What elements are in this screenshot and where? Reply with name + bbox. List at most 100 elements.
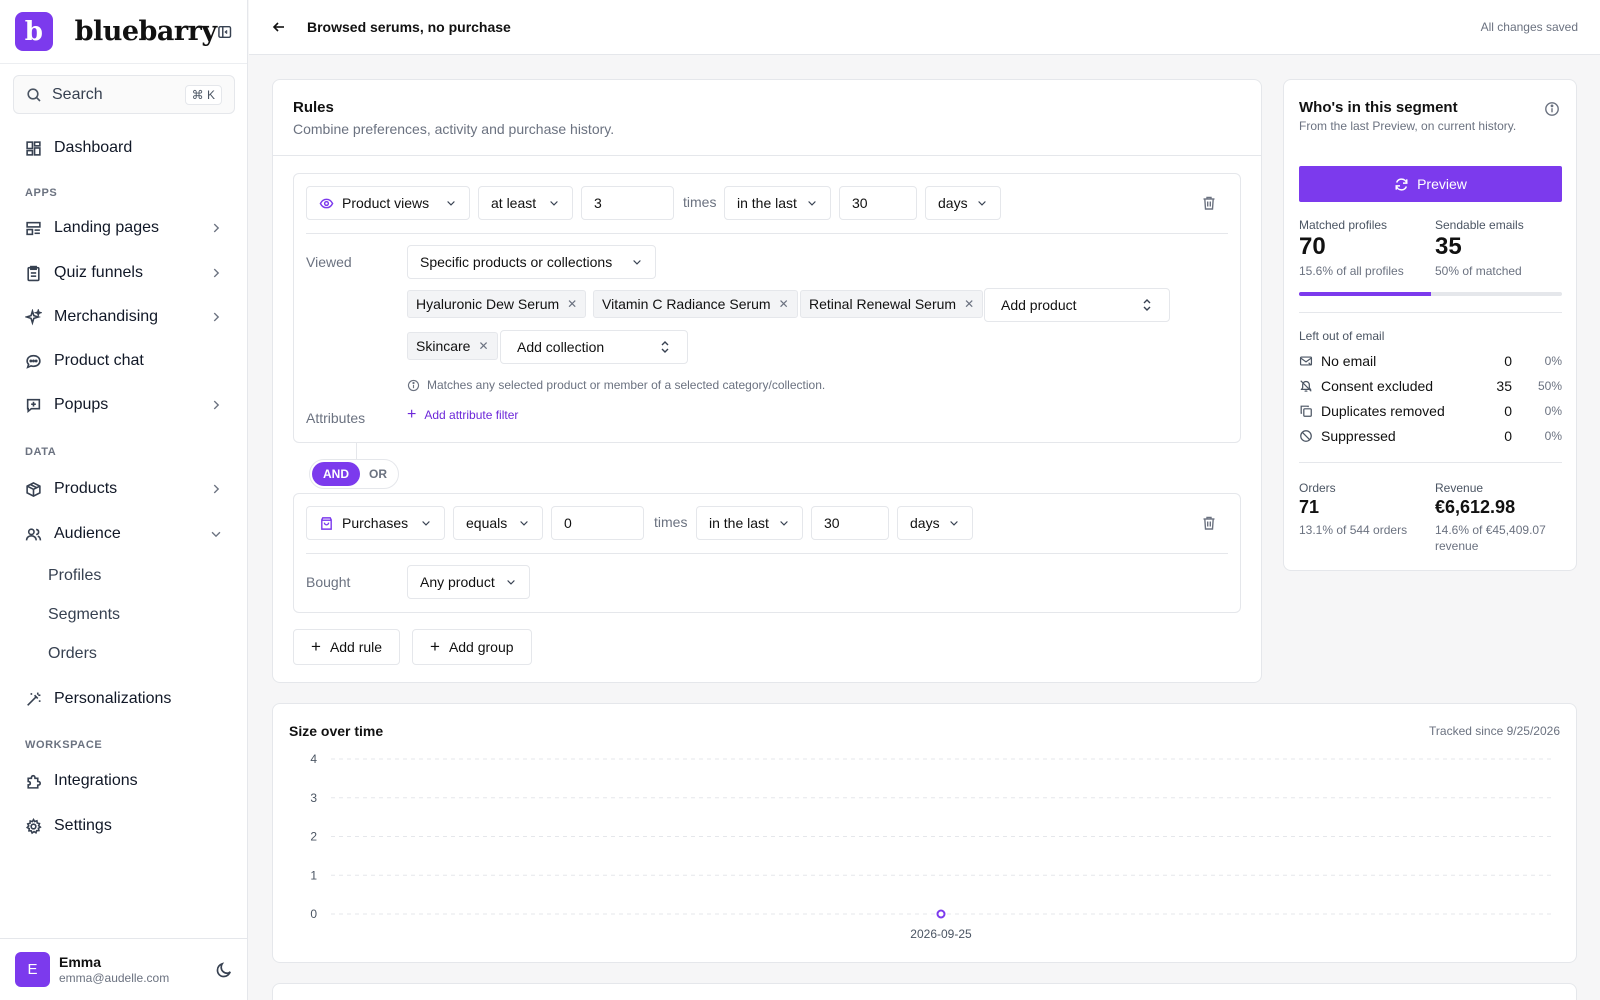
sidebar-collapse-icon[interactable] — [217, 24, 232, 40]
segment-summary-card: Who's in this segment From the last Prev… — [1283, 79, 1577, 571]
copy-icon — [1300, 405, 1312, 417]
nav-personalizations-label: Personalizations — [54, 690, 172, 707]
info-icon — [407, 379, 420, 391]
search-shortcut: ⌘ K — [184, 84, 222, 105]
nav-personalizations[interactable]: Personalizations — [13, 682, 235, 716]
left-out-row-pct: 0% — [1544, 429, 1562, 443]
sendable-progress-fill — [1299, 292, 1431, 296]
nav-audience-profiles[interactable]: Profiles — [48, 567, 101, 585]
info-icon[interactable] — [1544, 101, 1560, 117]
rule1-metric-select[interactable]: Product views — [306, 186, 470, 220]
rule2-metric-select[interactable]: Purchases — [306, 506, 445, 540]
nav-settings[interactable]: Settings — [13, 809, 235, 843]
nav-product-chat[interactable]: Product chat — [13, 344, 235, 378]
rule1-unit-select[interactable]: days — [925, 186, 1001, 220]
remove-tag-icon[interactable]: ✕ — [779, 297, 789, 311]
chevron-down-icon — [780, 521, 788, 526]
nav-audience[interactable]: Audience — [13, 517, 235, 551]
left-out-row-pct: 50% — [1537, 379, 1562, 393]
chevron-down-icon — [447, 201, 455, 206]
nav-merchandising[interactable]: Merchandising — [13, 300, 235, 334]
chart-y-tick-label: 2 — [310, 830, 317, 844]
add-product-combobox[interactable]: Add product — [984, 288, 1170, 322]
rule2-metric-value: Purchases — [342, 515, 409, 531]
chevron-right-icon — [213, 312, 220, 322]
left-out-row-label: Consent excluded — [1321, 378, 1434, 394]
logic-and-option[interactable]: AND — [312, 462, 360, 486]
rule2-times-label: times — [654, 514, 688, 530]
remove-tag-icon[interactable]: ✕ — [964, 297, 974, 311]
search-box[interactable]: Search ⌘ K — [13, 75, 235, 114]
remove-tag-icon[interactable]: ✕ — [478, 339, 488, 353]
back-arrow-icon[interactable] — [271, 19, 287, 35]
rule2-count-value: 0 — [564, 515, 572, 531]
logic-toggle[interactable]: AND OR — [309, 459, 399, 489]
segment-subtitle: From the last Preview, on current histor… — [1299, 119, 1517, 133]
rule2-count-input[interactable]: 0 — [551, 506, 644, 540]
chevron-down-icon — [550, 201, 558, 206]
rules-subtitle: Combine preferences, activity and purcha… — [293, 121, 615, 137]
magic-wand-icon — [27, 692, 41, 706]
rule2-window-value-input[interactable]: 30 — [811, 506, 889, 540]
dashboard-icon — [26, 140, 41, 156]
trash-icon[interactable] — [1201, 195, 1217, 211]
refresh-icon — [1395, 177, 1408, 191]
rules-card: Rules Combine preferences, activity and … — [272, 79, 1262, 683]
page-title: Browsed serums, no purchase — [307, 19, 511, 35]
rule1-count-input[interactable]: 3 — [581, 186, 674, 220]
page-header: Browsed serums, no purchase All changes … — [249, 0, 1600, 55]
rule2-scope-select[interactable]: Any product — [407, 565, 530, 599]
shopping-bag-icon — [321, 516, 332, 530]
rule1-operator-select[interactable]: at least — [478, 186, 573, 220]
trash-icon[interactable] — [1201, 515, 1217, 531]
chevron-right-icon — [213, 400, 220, 410]
chat-bubble-icon — [26, 354, 41, 369]
rule1-window-select[interactable]: in the last — [724, 186, 831, 220]
left-out-row-no-email: No email 0 0% — [1299, 353, 1562, 369]
nav-audience-orders[interactable]: Orders — [48, 645, 97, 663]
nav-products[interactable]: Products — [13, 472, 235, 506]
rule1-scope-select[interactable]: Specific products or collections — [407, 245, 656, 279]
user-menu[interactable]: E Emma emma@audelle.com — [0, 938, 248, 1000]
left-out-row-label: No email — [1321, 353, 1377, 369]
moon-icon[interactable] — [215, 961, 233, 979]
nav-landing-pages[interactable]: Landing pages — [13, 211, 235, 245]
add-collection-combobox[interactable]: Add collection — [500, 330, 688, 364]
rule2-operator-select[interactable]: equals — [453, 506, 543, 540]
add-attribute-filter-link[interactable]: + Add attribute filter — [407, 406, 518, 424]
chart-data-point[interactable] — [936, 909, 946, 919]
rule2-window-number: 30 — [824, 515, 840, 531]
rule2-bought-label: Bought — [306, 574, 351, 590]
eye-icon — [319, 198, 334, 208]
nav-audience-segments[interactable]: Segments — [48, 606, 120, 624]
clipboard-icon — [27, 265, 40, 281]
sendable-progress-bar — [1299, 292, 1562, 296]
rule1-times-label: times — [683, 194, 717, 210]
rule1-window-value-input[interactable]: 30 — [839, 186, 917, 220]
revenue-label: Revenue — [1435, 481, 1484, 495]
chevron-down-icon — [211, 531, 221, 538]
size-over-time-card: Size over time Tracked since 9/25/2026 0… — [272, 703, 1577, 963]
rule1-window-value: in the last — [737, 195, 797, 211]
nav-popups[interactable]: Popups — [13, 388, 235, 422]
nav-integrations[interactable]: Integrations — [13, 764, 235, 798]
nav-products-label: Products — [54, 480, 118, 497]
nav-dashboard[interactable]: Dashboard — [13, 131, 235, 165]
rule2-unit-select[interactable]: days — [897, 506, 973, 540]
bell-off-icon — [1300, 380, 1312, 392]
add-rule-button[interactable]: + Add rule — [293, 629, 401, 665]
user-email: emma@audelle.com — [59, 971, 170, 985]
remove-tag-icon[interactable]: ✕ — [567, 297, 577, 311]
left-out-row-duplicates: Duplicates removed 0 0% — [1299, 403, 1562, 419]
left-out-row-pct: 0% — [1544, 404, 1562, 418]
nav-settings-label: Settings — [54, 817, 112, 834]
preview-button[interactable]: Preview — [1299, 166, 1562, 202]
rule2-window-select[interactable]: in the last — [696, 506, 803, 540]
add-group-button[interactable]: + Add group — [412, 629, 532, 665]
rule1-metric-value: Product views — [342, 195, 430, 211]
nav-quiz-funnels[interactable]: Quiz funnels — [13, 256, 235, 290]
brand-logo[interactable]: b — [15, 12, 53, 51]
nav-integrations-label: Integrations — [54, 772, 138, 789]
preview-button-label: Preview — [1417, 176, 1467, 192]
logic-or-option[interactable]: OR — [369, 467, 387, 481]
